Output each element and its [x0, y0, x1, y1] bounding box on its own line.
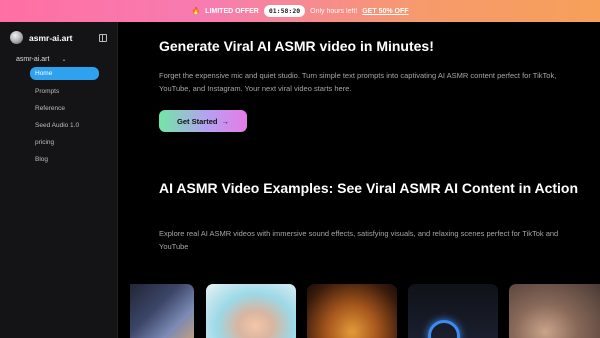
- sidebar-item-pricing[interactable]: pricing: [30, 135, 99, 151]
- video-thumbnail[interactable]: [509, 284, 600, 338]
- get-started-button[interactable]: Get Started →: [159, 110, 247, 132]
- promo-hours-text: Only hours left!: [310, 7, 358, 15]
- sidebar-item-blog[interactable]: Blog: [30, 152, 99, 168]
- video-thumbnail[interactable]: [206, 284, 296, 338]
- countdown-timer: 01:58:20: [263, 5, 306, 17]
- video-thumbnail[interactable]: [408, 284, 498, 338]
- hero-title: Generate Viral AI ASMR video in Minutes!: [159, 38, 434, 54]
- fire-icon: 🔥: [191, 8, 201, 15]
- arrow-right-icon: →: [221, 116, 229, 126]
- sidebar-item-home[interactable]: Home: [30, 67, 99, 80]
- sidebar-item-seed-audio[interactable]: Seed Audio 1.0: [30, 118, 99, 134]
- brand-name: asmr-ai.art: [29, 32, 73, 43]
- video-thumbnail[interactable]: [307, 284, 397, 338]
- sidebar: asmr-ai.art asmr-ai.art ⌄ Home Prompts R…: [0, 22, 118, 338]
- sidebar-collapse-icon[interactable]: [99, 33, 107, 42]
- brand-logo: [10, 31, 23, 44]
- get-started-label: Get Started: [177, 116, 218, 126]
- examples-title: AI ASMR Video Examples: See Viral ASMR A…: [159, 180, 579, 196]
- chevron-down-icon: ⌄: [61, 57, 67, 63]
- sidebar-group-label: asmr-ai.art: [16, 56, 50, 63]
- sidebar-nav: Home Prompts Reference Seed Audio 1.0 pr…: [0, 67, 117, 168]
- promo-cta-link[interactable]: GET 50% OFF: [362, 8, 408, 15]
- sidebar-group-header[interactable]: asmr-ai.art ⌄: [0, 52, 117, 67]
- sidebar-brand[interactable]: asmr-ai.art: [0, 22, 117, 52]
- sidebar-item-reference[interactable]: Reference: [30, 101, 99, 117]
- promo-label: LIMITED OFFER: [205, 7, 259, 15]
- sidebar-item-prompts[interactable]: Prompts: [30, 84, 99, 100]
- examples-description: Explore real AI ASMR videos with immersi…: [159, 229, 559, 251]
- video-thumbnail[interactable]: [130, 284, 194, 338]
- hero-description: Forget the expensive mic and quiet studi…: [159, 71, 557, 93]
- glowing-ring-image: [428, 320, 460, 338]
- promo-banner: 🔥 LIMITED OFFER 01:58:20 Only hours left…: [0, 0, 600, 22]
